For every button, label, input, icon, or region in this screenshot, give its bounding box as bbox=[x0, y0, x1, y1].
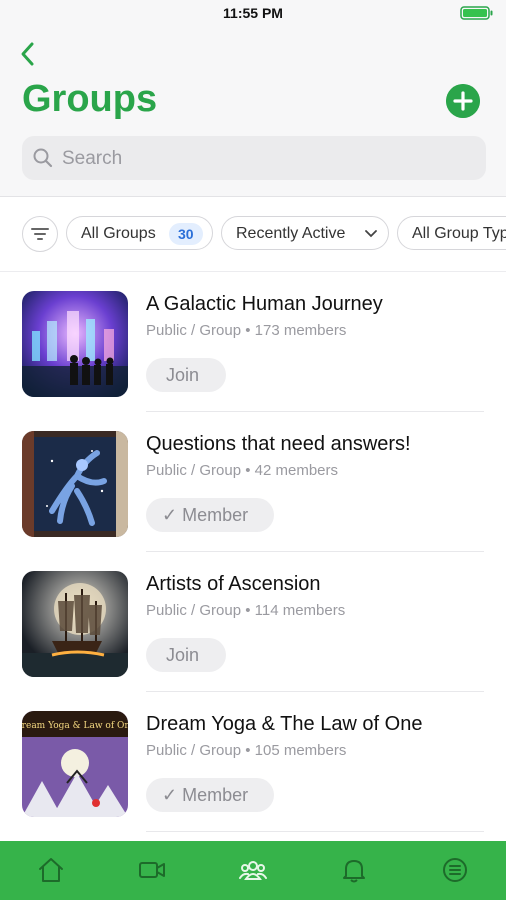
group-type: Public / Group bbox=[146, 322, 242, 339]
page-title: Groups bbox=[22, 78, 158, 120]
group-name: Dream Yoga & The Law of One bbox=[146, 713, 423, 735]
recently-active-dropdown[interactable]: Recently Active bbox=[221, 216, 389, 250]
member-label: ✓ Member bbox=[162, 785, 249, 805]
member-count: 173 members bbox=[254, 322, 347, 339]
divider bbox=[146, 831, 484, 832]
group-meta: Public / Group • 105 members bbox=[146, 742, 347, 759]
group-row[interactable]: Artists of Ascension Public / Group • 11… bbox=[0, 552, 506, 692]
group-meta: Public / Group • 173 members bbox=[146, 322, 347, 339]
questions-image bbox=[22, 431, 128, 537]
bell-icon[interactable] bbox=[339, 855, 369, 885]
search-input[interactable]: Search bbox=[22, 136, 486, 180]
member-label: ✓ Member bbox=[162, 505, 249, 525]
member-button[interactable]: ✓ Member bbox=[146, 498, 274, 532]
menu-icon[interactable] bbox=[440, 855, 470, 885]
group-type-dropdown[interactable]: All Group Types bbox=[397, 216, 506, 250]
member-button[interactable]: ✓ Member bbox=[146, 778, 274, 812]
group-row[interactable]: Dream Yoga & Law of One Dream Yoga & The… bbox=[0, 692, 506, 832]
group-type-label: All Group Types bbox=[412, 225, 506, 242]
group-meta: Public / Group • 42 members bbox=[146, 462, 339, 479]
group-type: Public / Group bbox=[146, 462, 242, 479]
group-type: Public / Group bbox=[146, 602, 242, 619]
group-count-badge: 30 bbox=[169, 223, 203, 245]
member-count: 42 members bbox=[254, 462, 339, 479]
status-time: 11:55 PM bbox=[223, 5, 283, 21]
member-count: 114 members bbox=[254, 602, 346, 619]
status-bar: 11:55 PM bbox=[0, 0, 506, 26]
group-row[interactable]: A Galactic Human Journey Public / Group … bbox=[0, 272, 506, 412]
join-label: Join bbox=[166, 365, 200, 385]
group-thumbnail: Dream Yoga & Law of One bbox=[22, 711, 128, 817]
header: Groups Search bbox=[0, 26, 506, 197]
dream-yoga-image: Dream Yoga & Law of One bbox=[22, 711, 128, 817]
groups-icon[interactable] bbox=[238, 855, 268, 885]
join-button[interactable]: Join bbox=[146, 358, 226, 392]
filter-bar: All Groups 30 Recently Active All Group … bbox=[0, 197, 506, 271]
group-meta: Public / Group • 114 members bbox=[146, 602, 346, 619]
battery-icon bbox=[460, 6, 493, 20]
join-button[interactable]: Join bbox=[146, 638, 226, 672]
group-name: Questions that need answers! bbox=[146, 433, 411, 455]
member-count: 105 members bbox=[254, 742, 347, 759]
galactic-journey-image bbox=[22, 291, 128, 397]
recently-active-label: Recently Active bbox=[236, 225, 346, 242]
ship-image bbox=[22, 571, 128, 677]
group-thumbnail bbox=[22, 291, 128, 397]
video-icon[interactable] bbox=[137, 855, 167, 885]
join-label: Join bbox=[166, 645, 200, 665]
back-chevron-icon[interactable] bbox=[16, 40, 40, 68]
group-name: Artists of Ascension bbox=[146, 573, 321, 595]
chevron-down-icon bbox=[365, 230, 377, 238]
group-thumbnail bbox=[22, 431, 128, 537]
group-name: A Galactic Human Journey bbox=[146, 293, 383, 315]
group-thumbnail bbox=[22, 571, 128, 677]
group-type: Public / Group bbox=[146, 742, 242, 759]
search-placeholder: Search bbox=[62, 148, 123, 169]
filter-icon bbox=[31, 228, 49, 240]
group-row[interactable]: Questions that need answers! Public / Gr… bbox=[0, 412, 506, 552]
filter-button[interactable] bbox=[22, 216, 58, 252]
home-icon[interactable] bbox=[36, 855, 66, 885]
thumb-title-text: Dream Yoga & Law of One bbox=[22, 721, 128, 731]
all-groups-chip[interactable]: All Groups 30 bbox=[66, 216, 213, 250]
all-groups-label: All Groups bbox=[81, 225, 156, 242]
search-icon bbox=[33, 148, 53, 168]
bottom-tab-bar bbox=[0, 841, 506, 900]
add-group-button[interactable] bbox=[446, 84, 480, 118]
group-list: A Galactic Human Journey Public / Group … bbox=[0, 271, 506, 842]
